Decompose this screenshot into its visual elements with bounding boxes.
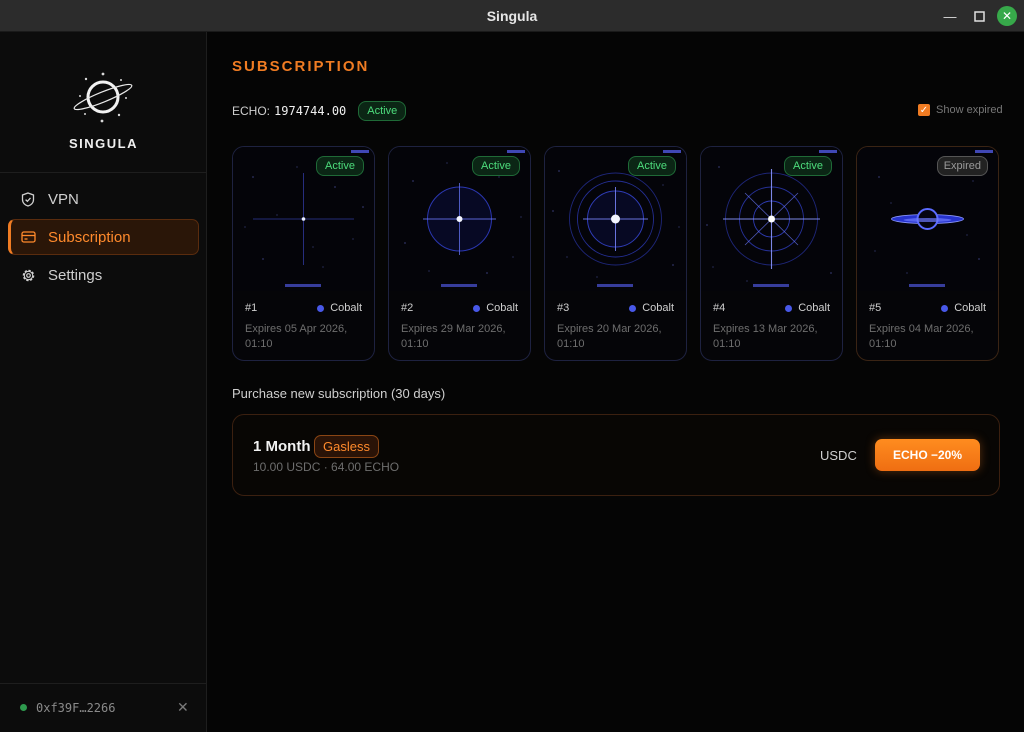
expiry-date: Expires 29 Mar 2026, 01:10 <box>401 323 506 350</box>
maximize-button[interactable] <box>969 6 989 26</box>
wallet-address: 0xf39F…2266 <box>36 700 116 715</box>
status-badge: Active <box>784 156 832 176</box>
plan-title: 1 Month <box>253 438 311 455</box>
window-title: Singula <box>486 8 538 24</box>
subscription-card[interactable]: Active #1 Cobalt Expires 05 Apr 2026, 01… <box>232 146 375 361</box>
brand-name: SINGULA <box>69 136 138 151</box>
subscription-card[interactable]: Active #2 Cobalt Expires 29 Mar 2026, 01… <box>388 146 531 361</box>
sidebar-item-label: Settings <box>48 266 103 284</box>
sidebar-item-vpn[interactable]: VPN <box>8 182 199 216</box>
plan-name: Cobalt <box>642 302 674 314</box>
expiry-date: Expires 20 Mar 2026, 01:10 <box>557 323 662 350</box>
subscription-card[interactable]: Active #3 Cobalt Expires 20 Mar 2026, 01… <box>544 146 687 361</box>
title-bar: Singula — ✕ <box>0 0 1024 32</box>
pay-usdc-button[interactable]: USDC <box>820 448 857 463</box>
cobalt-dot-icon <box>785 304 793 312</box>
plan-tier: Cobalt <box>785 302 830 314</box>
plan-tier: Cobalt <box>941 302 986 314</box>
sidebar-item-label: VPN <box>48 190 79 208</box>
wallet-status: 0xf39F…2266 ✕ <box>0 683 207 732</box>
connection-status-icon <box>20 704 27 711</box>
plan-name: Cobalt <box>798 302 830 314</box>
checkbox-checked-icon[interactable]: ✓ <box>918 104 930 116</box>
cobalt-dot-icon <box>629 304 637 312</box>
expiry-date: Expires 05 Apr 2026, 01:10 <box>245 323 348 350</box>
cobalt-dot-icon <box>473 304 481 312</box>
gasless-badge: Gasless <box>314 435 379 458</box>
card-number: #4 <box>713 302 726 314</box>
sidebar-divider <box>0 172 207 173</box>
cobalt-dot-icon <box>317 304 325 312</box>
plan-name: Cobalt <box>330 302 362 314</box>
plan-tier: Cobalt <box>317 302 362 314</box>
gear-icon <box>20 267 36 283</box>
card-icon <box>20 229 36 245</box>
show-expired-label: Show expired <box>936 104 1003 116</box>
status-badge: Active <box>316 156 364 176</box>
close-icon: ✕ <box>1001 9 1013 23</box>
plan-name: Cobalt <box>486 302 518 314</box>
singula-logo <box>73 72 133 123</box>
plan-offer-card: 1 Month Gasless 10.00 USDC · 64.00 ECHO … <box>232 414 1000 496</box>
status-badge: Active <box>628 156 676 176</box>
expiry-date: Expires 13 Mar 2026, 01:10 <box>713 323 818 350</box>
disconnect-wallet-button[interactable]: ✕ <box>177 699 189 716</box>
echo-balance: 1974744.00 <box>274 104 347 118</box>
sidebar: SINGULA VPN Subscription Settings 0xf39F… <box>0 32 207 732</box>
subscription-card[interactable]: Expired #5 Cobalt Expires 04 Mar 2026, 0… <box>856 146 999 361</box>
sidebar-item-subscription[interactable]: Subscription <box>8 219 199 255</box>
close-window-button[interactable]: ✕ <box>997 6 1017 26</box>
card-number: #2 <box>401 302 414 314</box>
status-badge: Active <box>472 156 520 176</box>
echo-balance-row: ECHO: 1974744.00 Active <box>232 99 407 123</box>
echo-label: ECHO: <box>232 104 271 118</box>
minimize-icon: — <box>943 8 957 24</box>
cobalt-dot-icon <box>941 304 949 312</box>
plan-tier: Cobalt <box>629 302 674 314</box>
purchase-section-title: Purchase new subscription (30 days) <box>232 386 446 401</box>
show-expired-toggle[interactable]: ✓ Show expired <box>918 104 1003 116</box>
page-title: SUBSCRIPTION <box>232 58 370 75</box>
minimize-button[interactable]: — <box>940 6 960 26</box>
plan-tier: Cobalt <box>473 302 518 314</box>
status-badge: Active <box>358 101 407 121</box>
subscription-card[interactable]: Active #4 Cobalt Expires 13 Mar 2026, 01… <box>700 146 843 361</box>
sidebar-item-settings[interactable]: Settings <box>8 258 199 292</box>
card-number: #3 <box>557 302 570 314</box>
shield-icon <box>20 191 36 207</box>
status-badge: Expired <box>936 156 988 176</box>
plan-name: Cobalt <box>954 302 986 314</box>
card-number: #5 <box>869 302 882 314</box>
plan-price: 10.00 USDC · 64.00 ECHO <box>253 460 400 474</box>
sidebar-item-label: Subscription <box>48 228 131 246</box>
expiry-date: Expires 04 Mar 2026, 01:10 <box>869 323 974 350</box>
pay-echo-button[interactable]: ECHO −20% <box>875 439 980 471</box>
maximize-icon <box>973 10 985 22</box>
card-number: #1 <box>245 302 258 314</box>
